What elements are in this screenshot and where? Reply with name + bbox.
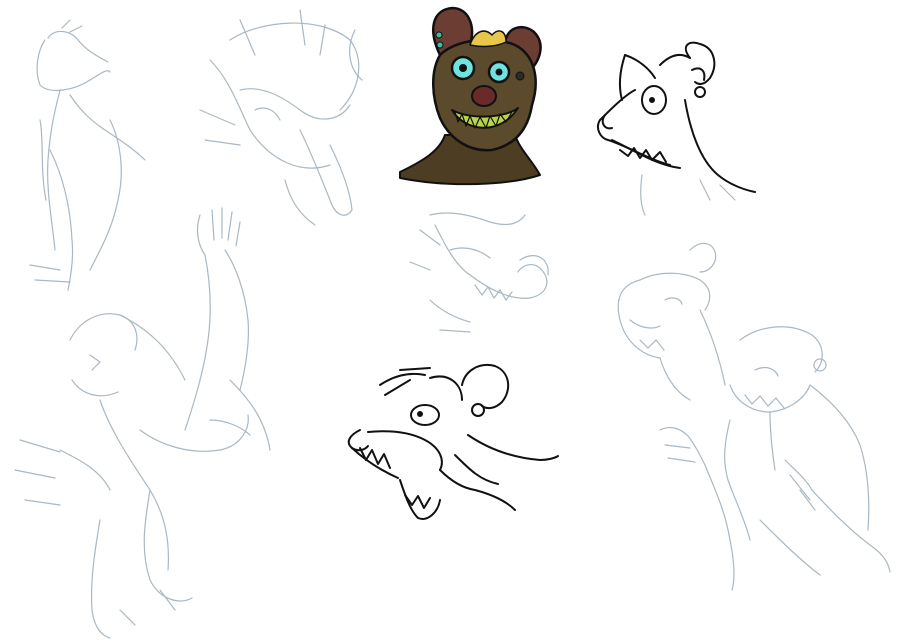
sketch-gesturing-figure: [659, 326, 891, 591]
inked-bear-head: [597, 41, 756, 216]
sketch-grin-head: [409, 212, 549, 333]
sketch-standing-figure: [29, 19, 146, 291]
sketch-dancing-figure: [14, 207, 271, 639]
sketch-tongue-face: [199, 9, 363, 226]
sketch-side-head: [617, 242, 726, 401]
sketch-drawing: [14, 6, 891, 639]
inked-rat-head: [347, 364, 559, 520]
sketch-sheet: [0, 0, 900, 643]
colored-hyena-head: [399, 6, 542, 186]
